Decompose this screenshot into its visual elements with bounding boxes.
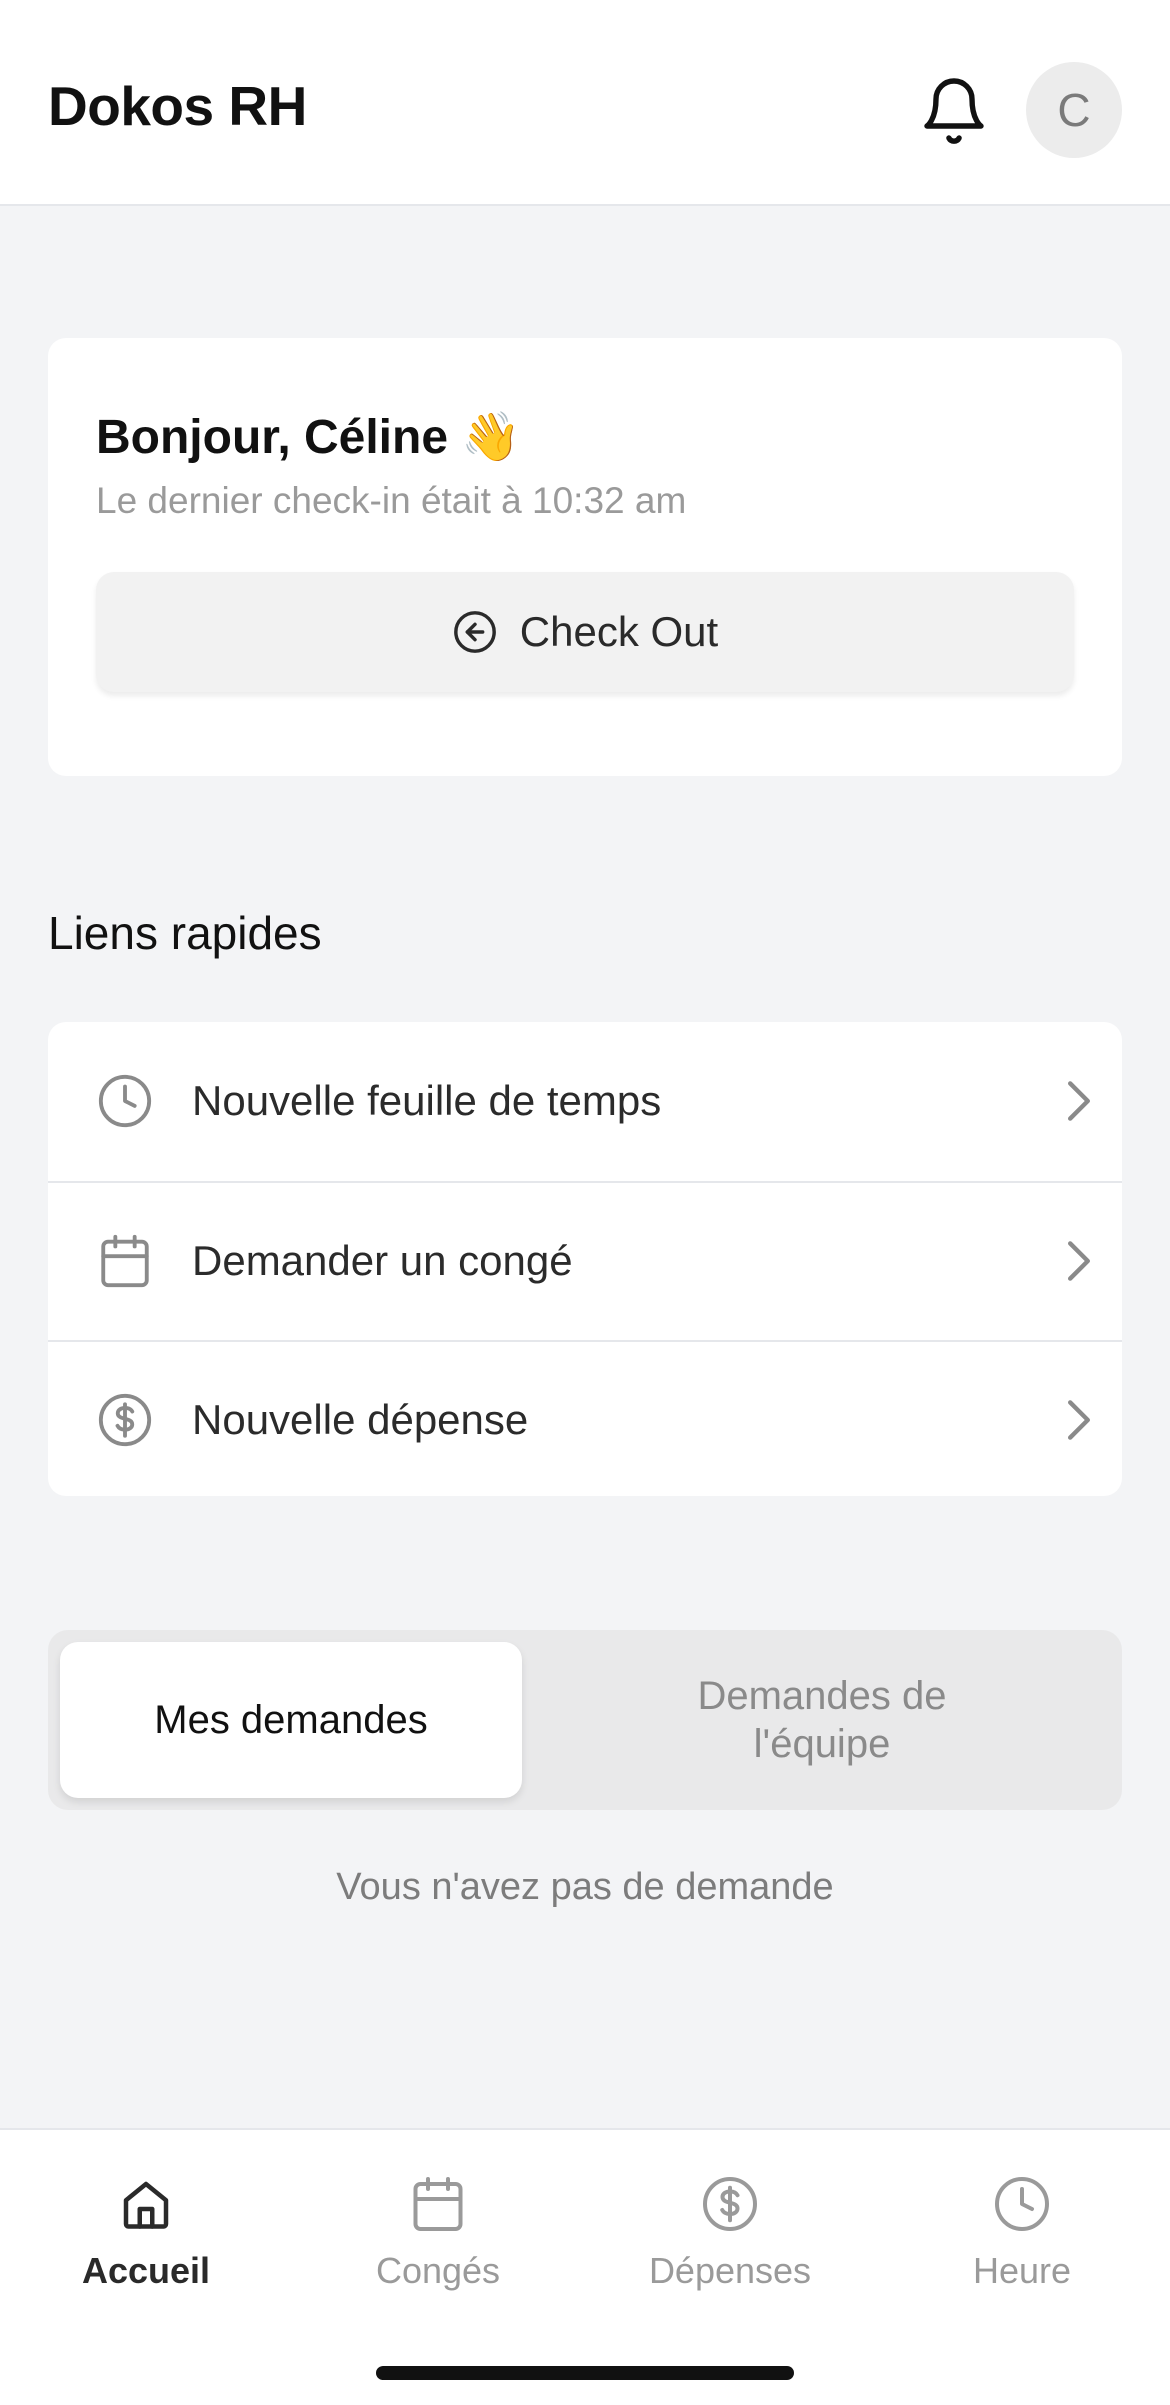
app-screen: Dokos RH C Bonjour, Céline 👋 Le dernier … xyxy=(0,0,1170,2405)
home-icon xyxy=(123,2181,169,2229)
chevron-right-icon xyxy=(1068,1241,1090,1281)
quick-link-request-leave[interactable]: Demander un congé xyxy=(48,1181,1122,1339)
nav-tab-leave[interactable]: Congés xyxy=(292,2174,584,2314)
arrow-left-circle-icon xyxy=(453,611,496,653)
nav-tab-expenses[interactable]: Dépenses xyxy=(584,2174,876,2314)
last-checkin-text: Le dernier check-in était à 10:32 am xyxy=(96,480,687,521)
empty-requests-text: Vous n'avez pas de demande xyxy=(336,1866,834,1908)
calendar-icon xyxy=(101,1234,149,1288)
quick-link-label: Nouvelle feuille de temps xyxy=(192,1077,662,1124)
tab-team-requests[interactable]: Demandes de l'équipe xyxy=(534,1642,1110,1798)
check-out-label: Check Out xyxy=(519,608,719,655)
dollar-circle-icon xyxy=(98,1393,152,1447)
nav-label: Heure xyxy=(972,2250,1072,2291)
nav-tab-home[interactable]: Accueil xyxy=(0,2174,292,2314)
bottom-tab-bar: Accueil Congés Dépenses Heure xyxy=(0,2128,1170,2405)
checkin-card: Bonjour, Céline 👋 Le dernier check-in ét… xyxy=(48,338,1122,776)
nav-label: Dépenses xyxy=(648,2250,812,2291)
quick-links-list: Nouvelle feuille de temps Demander un co… xyxy=(48,1022,1122,1496)
avatar[interactable]: C xyxy=(1026,62,1122,158)
app-title: Dokos RH xyxy=(48,75,307,137)
nav-label: Congés xyxy=(375,2250,501,2291)
nav-label: Accueil xyxy=(81,2250,211,2291)
chevron-right-icon xyxy=(1068,1400,1090,1440)
quick-link-new-timesheet[interactable]: Nouvelle feuille de temps xyxy=(48,1022,1122,1180)
requests-segmented-control: Mes demandes Demandes de l'équipe xyxy=(48,1630,1122,1810)
home-indicator xyxy=(376,2366,794,2380)
quick-link-new-expense[interactable]: Nouvelle dépense xyxy=(48,1340,1122,1496)
clock-icon xyxy=(995,2177,1049,2231)
calendar-icon xyxy=(413,2177,463,2231)
clock-icon xyxy=(98,1074,152,1128)
chevron-right-icon xyxy=(1068,1081,1090,1121)
check-out-button[interactable]: Check Out xyxy=(96,572,1074,692)
quick-link-label: Demander un congé xyxy=(192,1237,573,1284)
quick-links-title: Liens rapides xyxy=(48,907,322,959)
bell-icon[interactable] xyxy=(918,72,990,150)
top-app-bar: Dokos RH C xyxy=(0,0,1170,206)
greeting-title: Bonjour, Céline 👋 xyxy=(96,411,522,464)
nav-tab-time[interactable]: Heure xyxy=(876,2174,1168,2314)
tab-my-requests[interactable]: Mes demandes xyxy=(60,1642,522,1798)
dollar-circle-icon xyxy=(703,2177,757,2231)
quick-link-label: Nouvelle dépense xyxy=(192,1396,529,1443)
